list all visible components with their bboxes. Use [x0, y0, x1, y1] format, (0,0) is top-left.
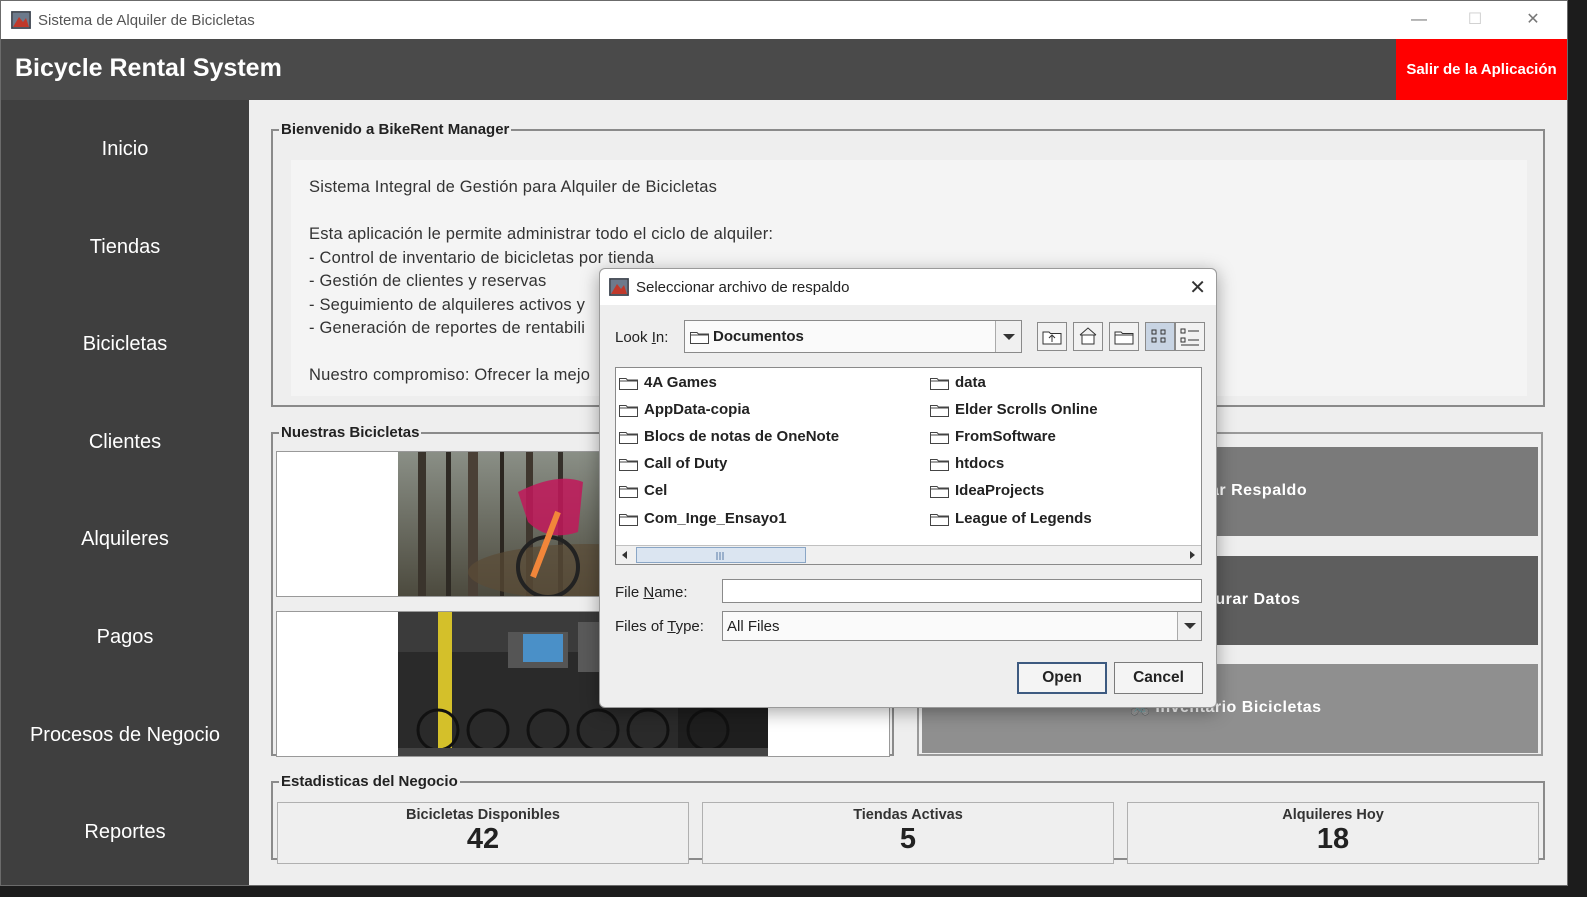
welcome-line: - Control de inventario de bicicletas po… [309, 248, 655, 267]
scrollbar-thumb[interactable] [636, 547, 806, 563]
bikes-title: Nuestras Bicicletas [281, 424, 420, 441]
home-icon [1079, 327, 1097, 345]
stats-panel: Estadisticas del Negocio Bicicletas Disp… [271, 773, 1545, 864]
sidebar-item-clientes[interactable]: Clientes [1, 417, 249, 467]
file-chooser-dialog: Seleccionar archivo de respaldo ✕ Look I… [599, 268, 1217, 708]
sidebar-item-reportes[interactable]: Reportes [1, 807, 249, 857]
welcome-line: Esta aplicación le permite administrar t… [309, 225, 774, 243]
file-name: Call of Duty [644, 455, 728, 472]
sidebar-item-alquileres[interactable]: Alquileres [1, 514, 249, 564]
sidebar-item-inicio[interactable]: Inicio [1, 124, 249, 174]
folder-icon [930, 459, 949, 471]
minimize-icon: — [1411, 11, 1427, 28]
file-name: Elder Scrolls Online [955, 401, 1098, 418]
folder-icon [619, 514, 638, 526]
close-icon: ✕ [1526, 11, 1540, 28]
file-name: League of Legends [955, 510, 1092, 527]
up-one-level-icon [1042, 331, 1062, 345]
dialog-titlebar: Seleccionar archivo de respaldo ✕ [600, 269, 1216, 305]
stat-value: 18 [1316, 823, 1350, 855]
look-in-label: Look In: [615, 329, 669, 346]
folder-icon [619, 486, 638, 498]
welcome-line [309, 200, 1509, 224]
details-view-button[interactable] [1175, 322, 1205, 351]
file-list[interactable]: 4A Games AppData-copia Blocs de notas de… [615, 367, 1202, 565]
folder-icon [690, 332, 709, 344]
maximize-icon: ☐ [1467, 11, 1483, 28]
java-app-icon [11, 11, 31, 29]
home-button[interactable] [1073, 322, 1103, 351]
stat-label: Bicicletas Disponibles [406, 807, 560, 823]
folder-icon [930, 514, 949, 526]
files-of-type-value: All Files [727, 618, 780, 635]
folder-icon [619, 432, 638, 444]
details-view-icon [1180, 328, 1199, 346]
stat-label: Tiendas Activas [853, 807, 963, 823]
exit-app-button[interactable]: Salir de la Aplicación [1396, 39, 1567, 100]
sidebar-item-procesos[interactable]: Procesos de Negocio [1, 710, 249, 760]
file-name: AppData-copia [644, 401, 750, 418]
stat-label: Alquileres Hoy [1282, 807, 1384, 823]
list-view-icon [1151, 329, 1166, 343]
files-of-type-combo[interactable]: All Files [722, 611, 1202, 641]
file-name: Blocs de notas de OneNote [644, 428, 840, 445]
welcome-line: Sistema Integral de Gestión para Alquile… [309, 178, 718, 196]
java-app-icon [609, 278, 629, 296]
app-brand: Bicycle Rental System [15, 54, 282, 82]
stat-value: 42 [466, 823, 500, 855]
stat-card: Alquileres Hoy 18 [1127, 802, 1539, 864]
file-name: Com_Inge_Ensayo1 [644, 510, 787, 527]
sidebar-item-bicicletas[interactable]: Bicicletas [1, 319, 249, 369]
folder-icon [930, 405, 949, 417]
file-name: data [955, 374, 986, 391]
stat-card: Bicicletas Disponibles 42 [277, 802, 689, 864]
new-folder-button[interactable] [1109, 322, 1139, 351]
open-button[interactable]: Open [1017, 662, 1107, 694]
close-button[interactable]: ✕ [1513, 9, 1553, 33]
file-name-label: File Name: [615, 584, 688, 601]
main-window: Sistema de Alquiler de Bicicletas — ☐ ✕ … [0, 0, 1568, 886]
look-in-combo[interactable]: Documentos [684, 320, 1022, 353]
look-in-value: Documentos [713, 328, 804, 345]
window-titlebar: Sistema de Alquiler de Bicicletas — ☐ ✕ [1, 1, 1567, 39]
folder-icon [619, 378, 638, 390]
window-title: Sistema de Alquiler de Bicicletas [38, 12, 255, 29]
up-one-level-button[interactable] [1037, 322, 1067, 351]
stat-card: Tiendas Activas 5 [702, 802, 1114, 864]
minimize-button[interactable]: — [1399, 9, 1439, 33]
files-of-type-label: Files of Type: [615, 618, 704, 635]
cancel-button[interactable]: Cancel [1114, 662, 1203, 694]
welcome-title: Bienvenido a BikeRent Manager [281, 121, 510, 138]
scroll-left-icon[interactable] [618, 548, 632, 562]
stat-value: 5 [899, 823, 917, 855]
file-name: htdocs [955, 455, 1005, 472]
file-name: 4A Games [644, 374, 717, 391]
sidebar-item-pagos[interactable]: Pagos [1, 612, 249, 662]
folder-icon [930, 432, 949, 444]
folder-icon [619, 405, 638, 417]
folder-icon [930, 378, 949, 390]
sidebar: Inicio Tiendas Bicicletas Clientes Alqui… [1, 100, 249, 885]
file-name: Cel [644, 482, 668, 499]
close-icon[interactable]: ✕ [1189, 275, 1206, 300]
app-header: Bicycle Rental System Salir de la Aplica… [1, 39, 1567, 100]
file-name: IdeaProjects [955, 482, 1045, 499]
dialog-title: Seleccionar archivo de respaldo [636, 279, 850, 296]
list-view-button[interactable] [1145, 322, 1175, 351]
maximize-button[interactable]: ☐ [1455, 9, 1495, 33]
stats-title: Estadisticas del Negocio [281, 773, 458, 790]
folder-icon [619, 459, 638, 471]
sidebar-item-tiendas[interactable]: Tiendas [1, 222, 249, 272]
file-name-input[interactable] [722, 579, 1202, 603]
chevron-down-icon[interactable] [995, 321, 1021, 352]
file-name: FromSoftware [955, 428, 1056, 445]
grip-icon [716, 552, 724, 560]
chevron-down-icon[interactable] [1177, 612, 1201, 640]
new-folder-icon [1114, 331, 1134, 345]
folder-icon [930, 486, 949, 498]
scroll-right-icon[interactable] [1185, 548, 1199, 562]
horizontal-scrollbar[interactable] [616, 545, 1201, 564]
